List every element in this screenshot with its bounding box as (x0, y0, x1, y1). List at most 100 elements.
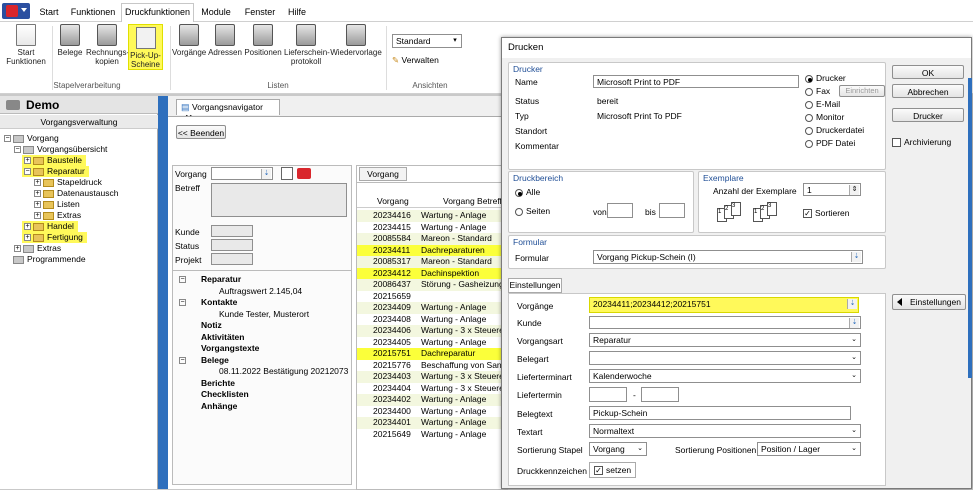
seiten-radio[interactable] (515, 207, 523, 216)
detail-tree-item[interactable]: Anhänge (179, 401, 349, 413)
von-input[interactable] (607, 203, 633, 218)
tab-start[interactable]: Start (34, 4, 64, 22)
table-row[interactable]: 20234403 Wartung - 3 x Steuerele (357, 371, 507, 383)
printer-name-select[interactable]: Microsoft Print to PDF (593, 75, 799, 88)
rechnungskopien-button[interactable]: Rechnungs-kopien (86, 24, 129, 66)
tree-item[interactable]: + Handel (22, 221, 78, 232)
sort-pos-select[interactable]: Position / Lager ⌄ (757, 442, 861, 456)
expand-icon[interactable]: + (14, 245, 21, 253)
detail-tree-item[interactable]: − Belege (179, 355, 349, 367)
collapse-icon[interactable]: − (179, 356, 186, 364)
expand-icon[interactable]: + (24, 223, 31, 231)
detail-tree-item[interactable]: Kunde Tester, Musterort (179, 309, 349, 321)
collapse-icon[interactable]: − (179, 276, 186, 283)
detail-tree-item[interactable]: Vorgangstexte (179, 343, 349, 355)
tree-item[interactable]: + Listen (4, 199, 156, 210)
setzen-option[interactable]: ✓ setzen (589, 462, 637, 479)
table-row[interactable]: 20085584 Mareon - Standard (357, 233, 507, 245)
expand-icon[interactable]: + (34, 201, 41, 209)
table-row[interactable]: 20085317 Mareon - Standard (357, 256, 507, 268)
tree-item[interactable]: + Datenaustausch (4, 188, 156, 199)
output-radio[interactable] (805, 126, 813, 135)
eraser-icon[interactable] (297, 168, 311, 179)
setzen-checkbox[interactable]: ✓ (594, 466, 603, 476)
column-header-vorgang[interactable]: Vorgang (377, 194, 409, 208)
table-row[interactable]: 20234401 Wartung - Anlage (357, 417, 507, 429)
table-row[interactable]: 20234408 Wartung - Anlage (357, 313, 507, 325)
tree-item[interactable]: + Extras (4, 243, 156, 254)
scrollbar[interactable] (968, 78, 972, 378)
detail-tree-item[interactable]: − Reparatur (179, 274, 349, 286)
column-header-betreff[interactable]: Vorgang Betreff (443, 194, 502, 208)
tab-vorgangsnavigator[interactable]: ▤ Vorgangsnavigator ✕ (176, 99, 280, 123)
table-row[interactable]: 20215776 Beschaffung von Sanitä (357, 359, 507, 371)
expand-icon[interactable]: + (34, 212, 41, 220)
output-radio[interactable] (805, 100, 813, 109)
output-option[interactable]: Druckerdatei (805, 125, 887, 138)
table-row[interactable]: 20234412 Dachinspektion (357, 267, 507, 279)
sortieren-option[interactable]: ✓ Sortieren (803, 208, 850, 219)
dropdown-arrow-icon[interactable]: ⇣ (261, 169, 271, 179)
belegtext-input[interactable]: Pickup-Schein (589, 406, 851, 420)
belegart-select[interactable]: ⌄ (589, 351, 861, 365)
tab-druckfunktionen[interactable]: Druckfunktionen (121, 3, 194, 23)
output-radio[interactable] (805, 74, 813, 83)
tree-item[interactable]: − Reparatur (22, 166, 89, 177)
einrichten-button[interactable]: Einrichten (839, 85, 885, 97)
textart-select[interactable]: Normaltext ⌄ (589, 424, 861, 438)
tree-item[interactable]: − Vorgang (4, 133, 156, 144)
detail-tree-item[interactable]: Aktivitäten (179, 332, 349, 344)
output-radio[interactable] (805, 113, 813, 122)
vorgang-input[interactable]: ⇣ (211, 167, 273, 180)
new-document-icon[interactable] (281, 167, 293, 180)
table-row[interactable]: 20234402 Wartung - Anlage (357, 394, 507, 406)
anzahl-spinner[interactable]: 1 ⇕ (803, 183, 861, 196)
collapse-icon[interactable]: − (4, 135, 11, 143)
output-option[interactable]: Monitor (805, 112, 887, 125)
beenden-button[interactable]: << Beenden (176, 125, 226, 139)
alle-radio[interactable] (515, 188, 523, 197)
archivierung-checkbox[interactable] (892, 138, 901, 148)
output-radio[interactable] (805, 87, 813, 96)
detail-tree-item[interactable]: − Kontakte (179, 297, 349, 309)
abbrechen-button[interactable]: Abbrechen (892, 84, 964, 98)
sort-stapel-select[interactable]: Vorgang ⌄ (589, 442, 647, 456)
belege-button[interactable]: Belege (56, 24, 84, 57)
view-select[interactable]: Standard ▾ (392, 34, 462, 48)
table-row[interactable]: 20215659 (357, 290, 507, 302)
detail-tree-item[interactable]: Auftragswert 2.145,04 (179, 286, 349, 298)
positionen-button[interactable]: Positionen (244, 24, 282, 57)
pickup-scheine-button[interactable]: Pick-Up-Scheine (128, 24, 163, 70)
table-row[interactable]: 20215649 Wartung - Anlage (357, 428, 507, 440)
archivierung-option[interactable]: Archivierung (892, 137, 951, 148)
app-menu-button[interactable] (2, 3, 30, 19)
detail-tree-item[interactable]: Berichte (179, 378, 349, 390)
tree-item[interactable]: Programmende (4, 254, 156, 265)
table-row[interactable]: 20234409 Wartung - Anlage (357, 302, 507, 314)
expand-icon[interactable]: + (34, 190, 41, 198)
dropdown-arrow-icon[interactable]: ⇣ (847, 299, 857, 309)
dropdown-arrow-icon[interactable]: ⇣ (851, 252, 861, 262)
liefertermin-from-input[interactable] (589, 387, 627, 402)
vorgaenge-button[interactable]: Vorgänge (172, 24, 206, 57)
kunde-input[interactable]: ⇣ (589, 316, 861, 329)
sortieren-checkbox[interactable]: ✓ (803, 209, 812, 219)
table-row[interactable]: 20234415 Wartung - Anlage (357, 221, 507, 233)
adressen-button[interactable]: Adressen (208, 24, 242, 57)
tab-module[interactable]: Module (197, 4, 235, 22)
ok-button[interactable]: OK (892, 65, 964, 79)
table-row[interactable]: 20234406 Wartung - 3 x Steuerele (357, 325, 507, 337)
panel-splitter[interactable] (158, 96, 168, 489)
table-row[interactable]: 20234405 Wartung - Anlage (357, 336, 507, 348)
dropdown-arrow-icon[interactable]: ⇣ (849, 318, 859, 328)
drucker-button[interactable]: Drucker (892, 108, 964, 122)
collapse-icon[interactable]: − (24, 168, 31, 176)
output-option[interactable]: E-Mail (805, 99, 887, 112)
output-radio[interactable] (805, 139, 813, 148)
lieferterminart-select[interactable]: Kalenderwoche ⌄ (589, 369, 861, 383)
lieferscheinprotokoll-button[interactable]: Lieferschein-protokoll (284, 24, 330, 66)
tree-item[interactable]: + Baustelle (22, 155, 86, 166)
detail-tree-item[interactable]: 08.11.2022 Bestätigung 20212073 (179, 366, 349, 378)
collapse-icon[interactable]: − (179, 299, 186, 306)
table-row[interactable]: 20086437 Störung - Gasheizungs (357, 279, 507, 291)
